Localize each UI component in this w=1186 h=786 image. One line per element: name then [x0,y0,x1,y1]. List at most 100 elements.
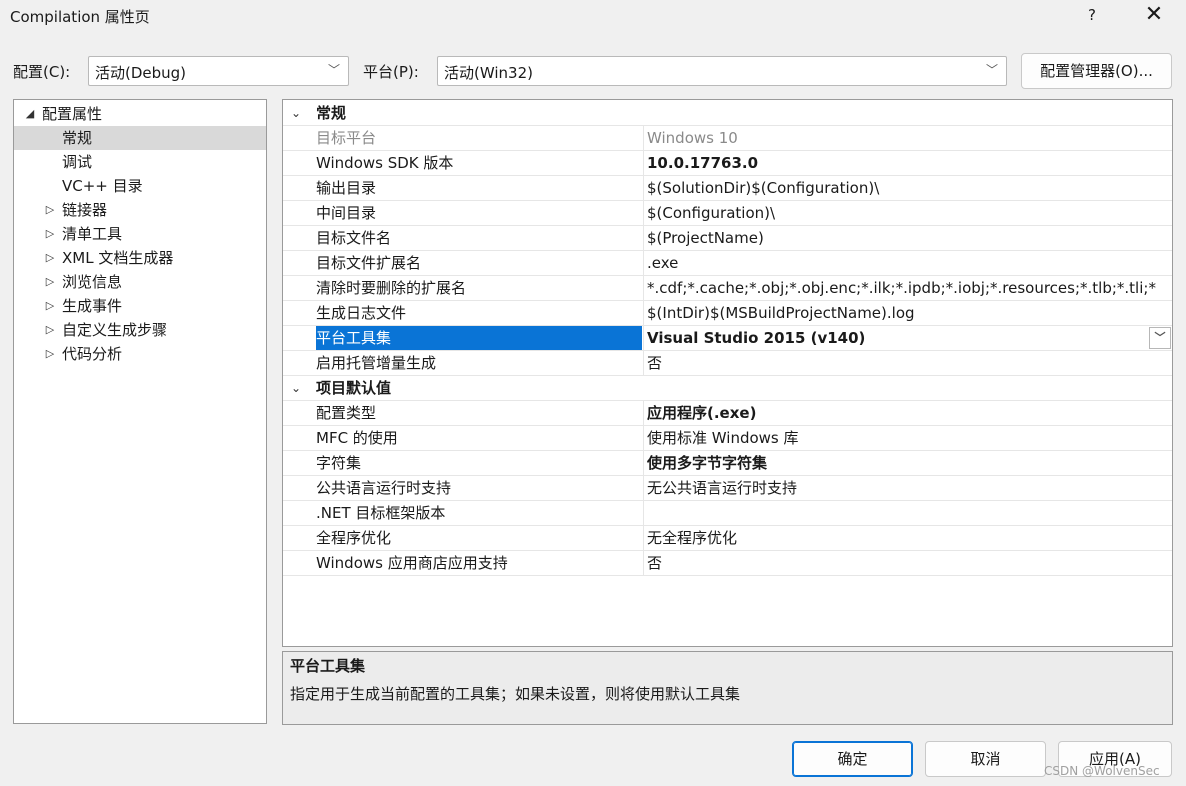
property-name: 目标文件名 [316,229,392,247]
tree-item-label: VC++ 目录 [62,177,143,195]
grid-category-label: 项目默认值 [316,379,392,397]
property-value[interactable]: $(SolutionDir)$(Configuration)\ [643,176,1172,200]
grid-category[interactable]: ⌄ 项目默认值 [283,376,1172,401]
property-value-text: $(ProjectName) [647,229,764,247]
config-label: 配置(C): [13,63,71,81]
property-value[interactable]: 10.0.17763.0 [643,151,1172,175]
tree-item-label: 自定义生成步骤 [62,321,168,339]
tree-item[interactable]: VC++ 目录 [14,174,266,198]
grid-property-row[interactable]: 启用托管增量生成 否 [283,351,1172,376]
grid-property-row[interactable]: 目标文件扩展名 .exe [283,251,1172,276]
property-name: 生成日志文件 [316,304,407,322]
grid-property-row[interactable]: 配置类型 应用程序(.exe) [283,401,1172,426]
tree-item-label: 代码分析 [62,345,123,363]
property-value[interactable] [643,501,1172,525]
grid-category[interactable]: ⌄ 常规 [283,101,1172,126]
grid-category-label: 常规 [316,104,347,122]
grid-property-row[interactable]: 生成日志文件 $(IntDir)$(MSBuildProjectName).log [283,301,1172,326]
grid-property-row[interactable]: Windows SDK 版本 10.0.17763.0 [283,151,1172,176]
tree-item[interactable]: 调试 [14,150,266,174]
property-name: .NET 目标框架版本 [316,504,446,522]
property-value[interactable]: .exe [643,251,1172,275]
property-value[interactable]: 无全程序优化 [643,526,1172,550]
property-value-text: 无全程序优化 [647,529,738,547]
property-value[interactable]: 否 [643,351,1172,375]
tree-item[interactable]: ▷ 链接器 [14,198,266,222]
property-value[interactable]: *.cdf;*.cache;*.obj;*.obj.enc;*.ilk;*.ip… [643,276,1172,300]
grid-property-row[interactable]: MFC 的使用 使用标准 Windows 库 [283,426,1172,451]
property-value[interactable]: Visual Studio 2015 (v140) ﹀ [643,326,1172,350]
chevron-down-icon: ﹀ [985,63,998,77]
collapsed-triangle-icon[interactable]: ▷ [43,198,57,222]
grid-property-row[interactable]: .NET 目标框架版本 [283,501,1172,526]
tree-item[interactable]: ▷ 清单工具 [14,222,266,246]
grid-property-row[interactable]: 全程序优化 无全程序优化 [283,526,1172,551]
property-name: 平台工具集 [316,326,642,350]
property-value-text: $(SolutionDir)$(Configuration)\ [647,179,880,197]
platform-select-value: 活动(Win32) [444,64,533,82]
chevron-down-icon: ﹀ [327,63,340,77]
platform-label: 平台(P): [363,63,419,81]
property-value[interactable]: 使用标准 Windows 库 [643,426,1172,450]
tree-item-label: 生成事件 [62,297,123,315]
tree-root-label: 配置属性 [42,105,103,123]
property-value[interactable]: 应用程序(.exe) [643,401,1172,425]
property-value-text: 应用程序(.exe) [647,404,757,422]
property-value-text: $(Configuration)\ [647,204,776,222]
tree-item[interactable]: 常规 [14,126,266,150]
tree-item[interactable]: ▷ 代码分析 [14,342,266,366]
collapsed-triangle-icon[interactable]: ▷ [43,318,57,342]
chevron-down-icon[interactable]: ⌄ [289,376,303,400]
collapsed-triangle-icon[interactable]: ▷ [43,222,57,246]
tree-root-item[interactable]: ◢ 配置属性 [14,102,266,126]
property-value-text: 使用多字节字符集 [647,454,768,472]
cancel-button[interactable]: 取消 [925,741,1046,777]
collapsed-triangle-icon[interactable]: ▷ [43,270,57,294]
tree-item[interactable]: ▷ 生成事件 [14,294,266,318]
config-select-value: 活动(Debug) [95,64,187,82]
property-value[interactable]: $(Configuration)\ [643,201,1172,225]
property-grid: ⌄ 常规目标平台 Windows 10 Windows SDK 版本 10.0.1776… [282,99,1173,647]
grid-property-row[interactable]: 目标文件名 $(ProjectName) [283,226,1172,251]
collapsed-triangle-icon[interactable]: ▷ [43,246,57,270]
property-value[interactable]: $(IntDir)$(MSBuildProjectName).log [643,301,1172,325]
property-value[interactable]: Windows 10 [643,126,1172,150]
tree-item-label: 调试 [62,153,93,171]
property-name: Windows SDK 版本 [316,154,454,172]
grid-property-row[interactable]: 目标平台 Windows 10 [283,126,1172,151]
property-value-text: *.cdf;*.cache;*.obj;*.obj.enc;*.ilk;*.ip… [647,279,1156,297]
property-value-text: Visual Studio 2015 (v140) [647,329,866,347]
config-select[interactable]: 活动(Debug) ﹀ [88,56,349,86]
property-value[interactable]: 无公共语言运行时支持 [643,476,1172,500]
collapsed-triangle-icon[interactable]: ▷ [43,342,57,366]
expanded-triangle-icon[interactable]: ◢ [23,102,37,126]
ok-button[interactable]: 确定 [792,741,913,777]
grid-property-row[interactable]: 清除时要删除的扩展名 *.cdf;*.cache;*.obj;*.obj.enc;… [283,276,1172,301]
tree-item-label: 清单工具 [62,225,123,243]
property-value[interactable]: $(ProjectName) [643,226,1172,250]
tree-item[interactable]: ▷ 自定义生成步骤 [14,318,266,342]
grid-property-row[interactable]: 字符集 使用多字节字符集 [283,451,1172,476]
grid-property-row[interactable]: 公共语言运行时支持 无公共语言运行时支持 [283,476,1172,501]
property-value[interactable]: 使用多字节字符集 [643,451,1172,475]
close-icon[interactable]: ✕ [1134,2,1174,30]
chevron-down-icon[interactable]: ﹀ [1149,327,1171,349]
property-value-text: 使用标准 Windows 库 [647,429,799,447]
property-tree: ◢ 配置属性 常规 调试 VC++ 目录 ▷ 链接器 ▷ 清单工具 ▷ XML 文档生成器 ▷ 浏览… [13,99,267,724]
grid-property-row[interactable]: 平台工具集 Visual Studio 2015 (v140) ﹀ [283,326,1172,351]
property-name: 字符集 [316,454,362,472]
help-button[interactable]: ? [1072,2,1112,30]
chevron-down-icon[interactable]: ⌄ [289,101,303,125]
config-manager-button[interactable]: 配置管理器(O)... [1021,53,1172,89]
platform-select[interactable]: 活动(Win32) ﹀ [437,56,1007,86]
property-value[interactable]: 否 [643,551,1172,575]
tree-item[interactable]: ▷ 浏览信息 [14,270,266,294]
grid-property-row[interactable]: 中间目录 $(Configuration)\ [283,201,1172,226]
grid-property-row[interactable]: Windows 应用商店应用支持 否 [283,551,1172,576]
watermark-text: CSDN @WolvenSec [1044,764,1160,778]
grid-property-row[interactable]: 输出目录 $(SolutionDir)$(Configuration)\ [283,176,1172,201]
collapsed-triangle-icon[interactable]: ▷ [43,294,57,318]
tree-item[interactable]: ▷ XML 文档生成器 [14,246,266,270]
property-name: 公共语言运行时支持 [316,479,452,497]
property-value-text: 10.0.17763.0 [647,154,759,172]
